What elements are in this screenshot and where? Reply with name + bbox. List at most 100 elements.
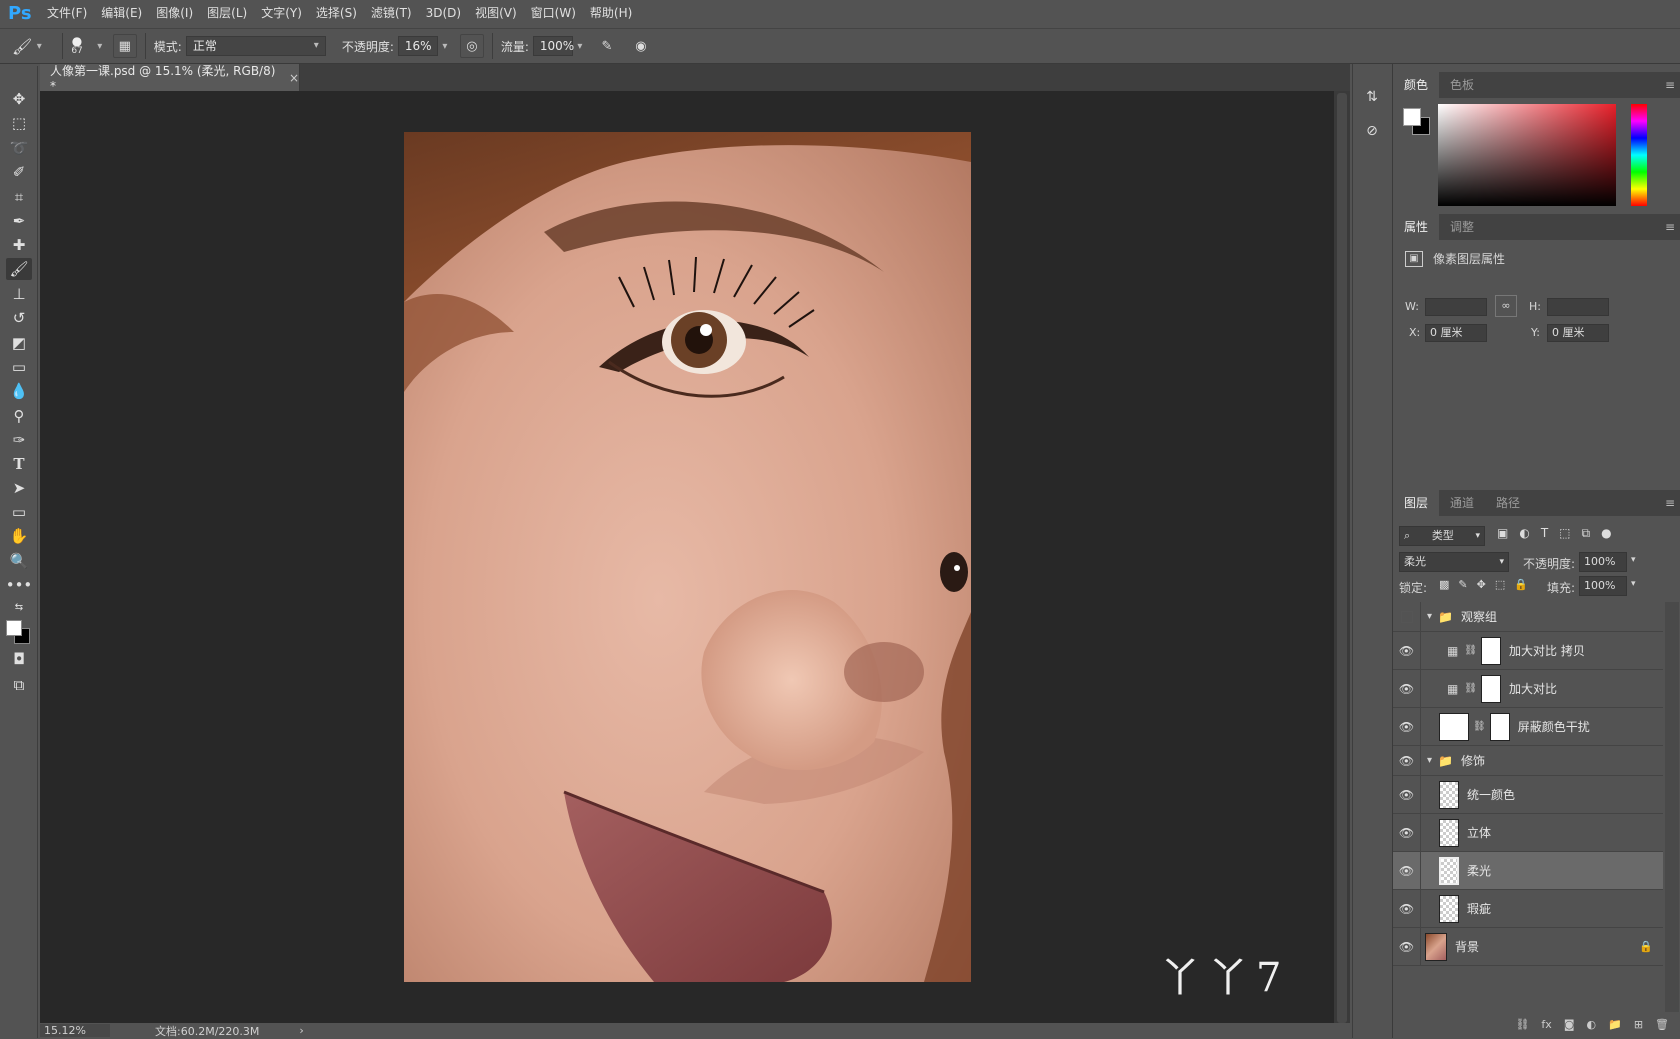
menu-edit[interactable]: 编辑(E) bbox=[94, 0, 149, 26]
filter-shape-icon[interactable]: ⬚ bbox=[1559, 526, 1570, 541]
layer-row-selected[interactable]: 👁 柔光 bbox=[1393, 852, 1663, 890]
lock-position-icon[interactable]: ✥ bbox=[1477, 578, 1486, 591]
visibility-toggle[interactable]: 👁 bbox=[1393, 852, 1421, 889]
flow-input[interactable]: 100% bbox=[532, 36, 574, 56]
blend-mode-select[interactable]: 柔光 ▾ bbox=[1399, 552, 1509, 572]
fill-input[interactable]: 100% bbox=[1579, 576, 1627, 596]
visibility-toggle[interactable]: 👁 bbox=[1393, 776, 1421, 813]
menu-type[interactable]: 文字(Y) bbox=[254, 0, 309, 26]
document-image[interactable] bbox=[404, 132, 971, 982]
layer-row[interactable]: 👁 ⛓ 屏蔽颜色干扰 bbox=[1393, 708, 1663, 746]
marquee-tool-icon[interactable]: ⬚ bbox=[6, 112, 32, 134]
layer-mask-thumbnail[interactable] bbox=[1489, 712, 1510, 741]
height-field[interactable] bbox=[1547, 298, 1609, 316]
pen-tool-icon[interactable]: ✑ bbox=[6, 429, 32, 451]
layer-mask-thumbnail[interactable] bbox=[1481, 636, 1502, 665]
fg-color-swatch[interactable] bbox=[1403, 108, 1421, 126]
chevron-down-icon[interactable]: ▾ bbox=[1631, 579, 1636, 589]
rectangle-tool-icon[interactable]: ▭ bbox=[6, 501, 32, 523]
mode-select[interactable]: 正常 ▾ bbox=[185, 36, 326, 56]
chevron-down-icon[interactable]: ▾ bbox=[1631, 555, 1636, 565]
layer-row[interactable]: 👁 ▦ ⛓ 加大对比 bbox=[1393, 670, 1663, 708]
lock-all-icon[interactable]: 🔒 bbox=[1514, 578, 1528, 591]
menu-file[interactable]: 文件(F) bbox=[40, 0, 94, 26]
filter-pixel-icon[interactable]: ▣ bbox=[1497, 526, 1508, 541]
layer-style-icon[interactable]: fx bbox=[1541, 1018, 1551, 1038]
layer-group-row[interactable]: 👁 ▾ 📁 修饰 bbox=[1393, 746, 1663, 776]
menu-image[interactable]: 图像(I) bbox=[149, 0, 200, 26]
layer-filter-select[interactable]: ⌕ 类型 ▾ bbox=[1399, 526, 1485, 546]
opacity-input[interactable]: 16% bbox=[397, 36, 438, 56]
brush-size-picker[interactable]: ● 67 bbox=[71, 35, 82, 56]
tab-adjustments[interactable]: 调整 bbox=[1439, 214, 1485, 240]
layer-opacity-input[interactable]: 100% bbox=[1579, 552, 1627, 572]
width-field[interactable] bbox=[1425, 298, 1487, 316]
crop-tool-icon[interactable]: ⌗ bbox=[6, 186, 32, 208]
delete-layer-icon[interactable]: 🗑 bbox=[1655, 1018, 1669, 1038]
layer-group-row[interactable]: ▾ 📁 观察组 bbox=[1393, 602, 1663, 632]
tab-swatches[interactable]: 色板 bbox=[1439, 72, 1485, 98]
properties-panel-icon[interactable]: ⊘ bbox=[1361, 120, 1383, 142]
filter-toggle-icon[interactable]: ● bbox=[1601, 526, 1611, 541]
visibility-toggle[interactable]: 👁 bbox=[1393, 632, 1421, 669]
new-layer-icon[interactable]: ⊞ bbox=[1634, 1018, 1643, 1038]
screen-mode-icon[interactable]: ⧉ bbox=[6, 674, 32, 696]
foreground-color-swatch[interactable] bbox=[6, 620, 22, 636]
zoom-tool-icon[interactable]: 🔍 bbox=[6, 550, 32, 572]
new-group-icon[interactable]: 📁 bbox=[1608, 1018, 1622, 1038]
new-adjustment-icon[interactable]: ◐ bbox=[1587, 1018, 1597, 1038]
pressure-opacity-button[interactable]: ◎ bbox=[459, 34, 484, 58]
close-icon[interactable]: × bbox=[289, 71, 299, 85]
chevron-down-icon[interactable]: ▾ bbox=[1427, 611, 1432, 622]
clone-stamp-tool-icon[interactable]: ⊥ bbox=[6, 283, 32, 305]
lock-artboard-icon[interactable]: ⬚ bbox=[1495, 578, 1505, 591]
menu-help[interactable]: 帮助(H) bbox=[583, 0, 639, 26]
filter-type-icon[interactable]: T bbox=[1541, 526, 1548, 541]
eraser-tool-icon[interactable]: ◩ bbox=[6, 332, 32, 354]
more-tools-icon[interactable]: ••• bbox=[6, 574, 33, 596]
menu-window[interactable]: 窗口(W) bbox=[524, 0, 583, 26]
tab-color[interactable]: 颜色 bbox=[1393, 72, 1440, 98]
airbrush-button[interactable]: ✎ bbox=[595, 34, 619, 58]
pressure-size-button[interactable]: ◉ bbox=[629, 34, 653, 58]
chevron-down-icon[interactable]: ▾ bbox=[1427, 755, 1432, 766]
panel-menu-icon[interactable]: ≡ bbox=[1665, 78, 1675, 92]
layer-thumbnail[interactable] bbox=[1439, 818, 1459, 847]
gradient-tool-icon[interactable]: ▭ bbox=[6, 356, 32, 378]
filter-smart-object-icon[interactable]: ⧉ bbox=[1582, 526, 1591, 541]
scrollbar-thumb[interactable] bbox=[1337, 93, 1347, 1023]
healing-brush-tool-icon[interactable]: ✚ bbox=[6, 234, 32, 256]
visibility-toggle[interactable] bbox=[1393, 602, 1421, 631]
quick-select-tool-icon[interactable]: ✐ bbox=[6, 161, 32, 183]
status-arrow-icon[interactable]: › bbox=[299, 1024, 303, 1037]
link-dimensions-button[interactable]: ∞ bbox=[1495, 295, 1517, 317]
type-tool-icon[interactable]: T bbox=[6, 453, 32, 475]
menu-select[interactable]: 选择(S) bbox=[309, 0, 364, 26]
tab-layers[interactable]: 图层 bbox=[1393, 490, 1440, 516]
history-panel-icon[interactable]: ⇅ bbox=[1361, 86, 1383, 108]
visibility-toggle[interactable]: 👁 bbox=[1393, 746, 1421, 775]
hand-tool-icon[interactable]: ✋ bbox=[6, 525, 32, 547]
chevron-down-icon[interactable]: ▾ bbox=[95, 41, 105, 52]
zoom-level[interactable]: 15.12% bbox=[40, 1024, 110, 1037]
layer-row[interactable]: 👁 瑕疵 bbox=[1393, 890, 1663, 928]
swap-colors-icon[interactable]: ⇆ bbox=[6, 596, 32, 618]
tab-paths[interactable]: 路径 bbox=[1485, 490, 1531, 516]
layer-thumbnail[interactable] bbox=[1439, 894, 1459, 923]
layer-thumbnail[interactable] bbox=[1439, 780, 1459, 809]
lock-transparency-icon[interactable]: ▩ bbox=[1439, 578, 1449, 591]
quick-mask-icon[interactable]: ◘ bbox=[6, 648, 32, 670]
layer-row[interactable]: 👁 背景 🔒 bbox=[1393, 928, 1663, 966]
layer-thumbnail[interactable] bbox=[1439, 712, 1469, 741]
panel-menu-icon[interactable]: ≡ bbox=[1665, 220, 1675, 234]
brush-panel-toggle[interactable]: ▦ bbox=[112, 34, 137, 58]
link-layers-icon[interactable]: ⛓ bbox=[1515, 1018, 1529, 1038]
tab-properties[interactable]: 属性 bbox=[1393, 214, 1440, 240]
layer-row[interactable]: 👁 ▦ ⛓ 加大对比 拷贝 bbox=[1393, 632, 1663, 670]
history-brush-tool-icon[interactable]: ↺ bbox=[6, 307, 32, 329]
layer-thumbnail[interactable] bbox=[1439, 856, 1459, 885]
color-picker-field[interactable] bbox=[1438, 104, 1616, 206]
panel-menu-icon[interactable]: ≡ bbox=[1665, 496, 1675, 510]
menu-view[interactable]: 视图(V) bbox=[468, 0, 524, 26]
lock-pixels-icon[interactable]: ✎ bbox=[1458, 578, 1467, 591]
